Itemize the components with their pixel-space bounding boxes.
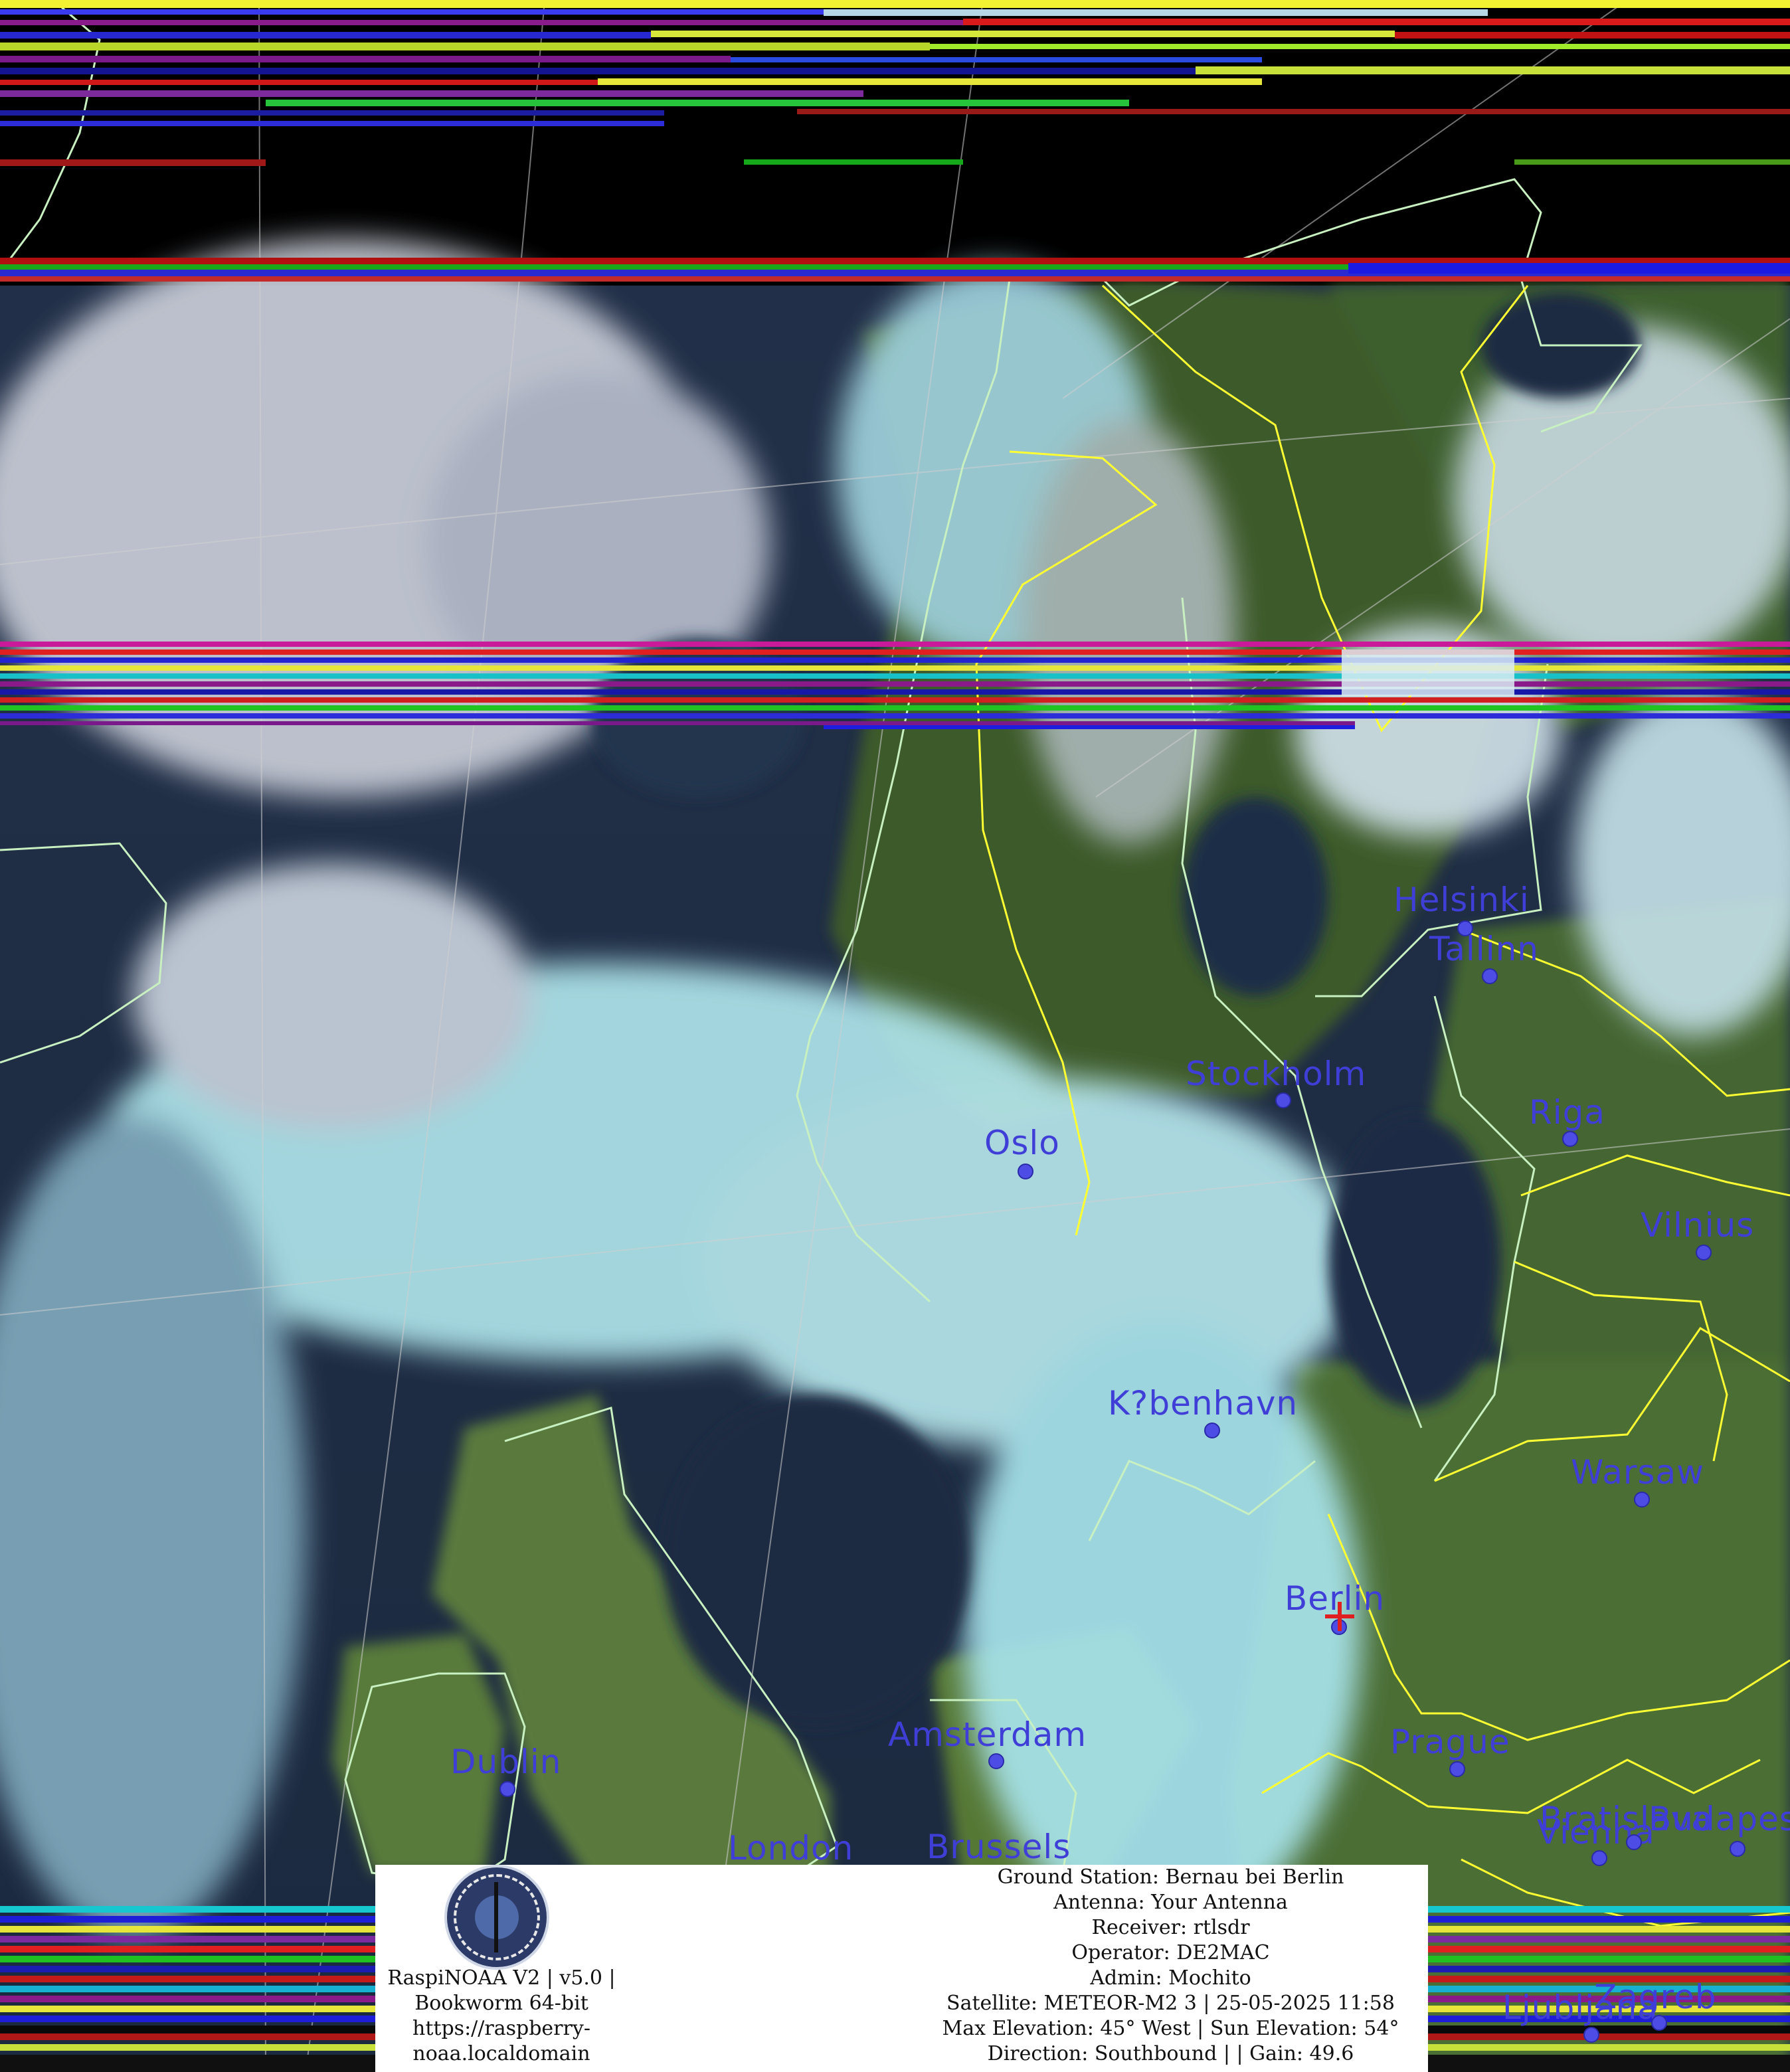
city-label-stockholm: Stockholm	[1186, 1055, 1367, 1093]
city-dot-riga	[1562, 1131, 1578, 1147]
city-dot-vienna	[1591, 1850, 1607, 1866]
operator-line: Operator: DE2MAC	[1071, 1941, 1270, 1964]
city-label-prague: Prague	[1390, 1723, 1510, 1761]
satellite-line: Satellite: METEOR-M2 3 | 25-05-2025 11:5…	[946, 1992, 1395, 2015]
city-dot-budapest	[1730, 1841, 1745, 1857]
city-label-helsinki: Helsinki	[1393, 881, 1530, 919]
satellite-map	[0, 0, 1790, 2072]
city-label-zagreb: Zagreb	[1594, 1978, 1717, 2016]
city-label-tallinn: Tallinn	[1429, 930, 1539, 968]
receiver-line: Receiver: rtlsdr	[1091, 1916, 1250, 1939]
sea-baltic	[1328, 1116, 1501, 1408]
city-label-amsterdam: Amsterdam	[888, 1715, 1087, 1754]
ground-station-marker-icon	[1325, 1602, 1354, 1631]
elevation-line: Max Elevation: 45° West | Sun Elevation:…	[942, 2017, 1399, 2040]
software-line: RaspiNOAA V2 | v5.0 |	[387, 1966, 616, 1990]
sea-north-sea	[664, 1395, 970, 1727]
satellite-image: Helsinki Tallinn Stockholm Riga Oslo Vil…	[0, 0, 1790, 2072]
city-label-dublin: Dublin	[450, 1743, 562, 1781]
sea-gulf-bothnia	[1182, 797, 1328, 996]
direction-gain-line: Direction: Southbound | | Gain: 49.6	[987, 2042, 1354, 2065]
city-dot-ljubljana	[1583, 2027, 1599, 2043]
city-label-riga: Riga	[1529, 1093, 1606, 1132]
antenna-line: Antenna: Your Antenna	[1053, 1891, 1288, 1914]
software-url-line: noaa.localdomain	[412, 2042, 590, 2065]
city-dot-tallinn	[1482, 968, 1498, 984]
city-dot-dublin	[499, 1781, 515, 1797]
info-panel: RaspiNOAA V2 | v5.0 | Bookworm 64-bit ht…	[375, 1865, 1428, 2072]
software-line: Bookworm 64-bit	[414, 1992, 588, 2015]
cloud-southwest	[133, 863, 531, 1129]
city-label-budapest: Budapest	[1649, 1800, 1790, 1838]
city-dot-vilnius	[1696, 1245, 1712, 1260]
city-label-oslo: Oslo	[984, 1124, 1060, 1162]
city-dot-kobenhavn	[1204, 1423, 1220, 1438]
city-dot-amsterdam	[988, 1753, 1004, 1769]
city-dot-prague	[1449, 1761, 1465, 1777]
raspinoaa-logo	[444, 1865, 549, 1970]
ground-station-line: Ground Station: Bernau bei Berlin	[997, 1865, 1344, 1889]
city-dot-oslo	[1018, 1164, 1033, 1179]
city-dot-bratislava	[1626, 1834, 1642, 1850]
city-label-london: London	[728, 1829, 854, 1867]
city-label-kobenhavn: K?benhavn	[1108, 1384, 1298, 1423]
city-label-brussels: Brussels	[927, 1828, 1071, 1866]
admin-line: Admin: Mochito	[1090, 1966, 1251, 1990]
software-url-line: https://raspberry-	[412, 2017, 590, 2040]
station-info: Ground Station: Bernau bei Berlin Antenn…	[913, 1865, 1428, 2067]
city-label-vilnius: Vilnius	[1641, 1206, 1755, 1245]
city-label-warsaw: Warsaw	[1571, 1453, 1705, 1492]
city-dot-zagreb	[1651, 2015, 1667, 2031]
city-dot-stockholm	[1275, 1092, 1291, 1108]
city-dot-warsaw	[1634, 1492, 1650, 1508]
software-info: RaspiNOAA V2 | v5.0 | Bookworm 64-bit ht…	[375, 1966, 628, 2067]
